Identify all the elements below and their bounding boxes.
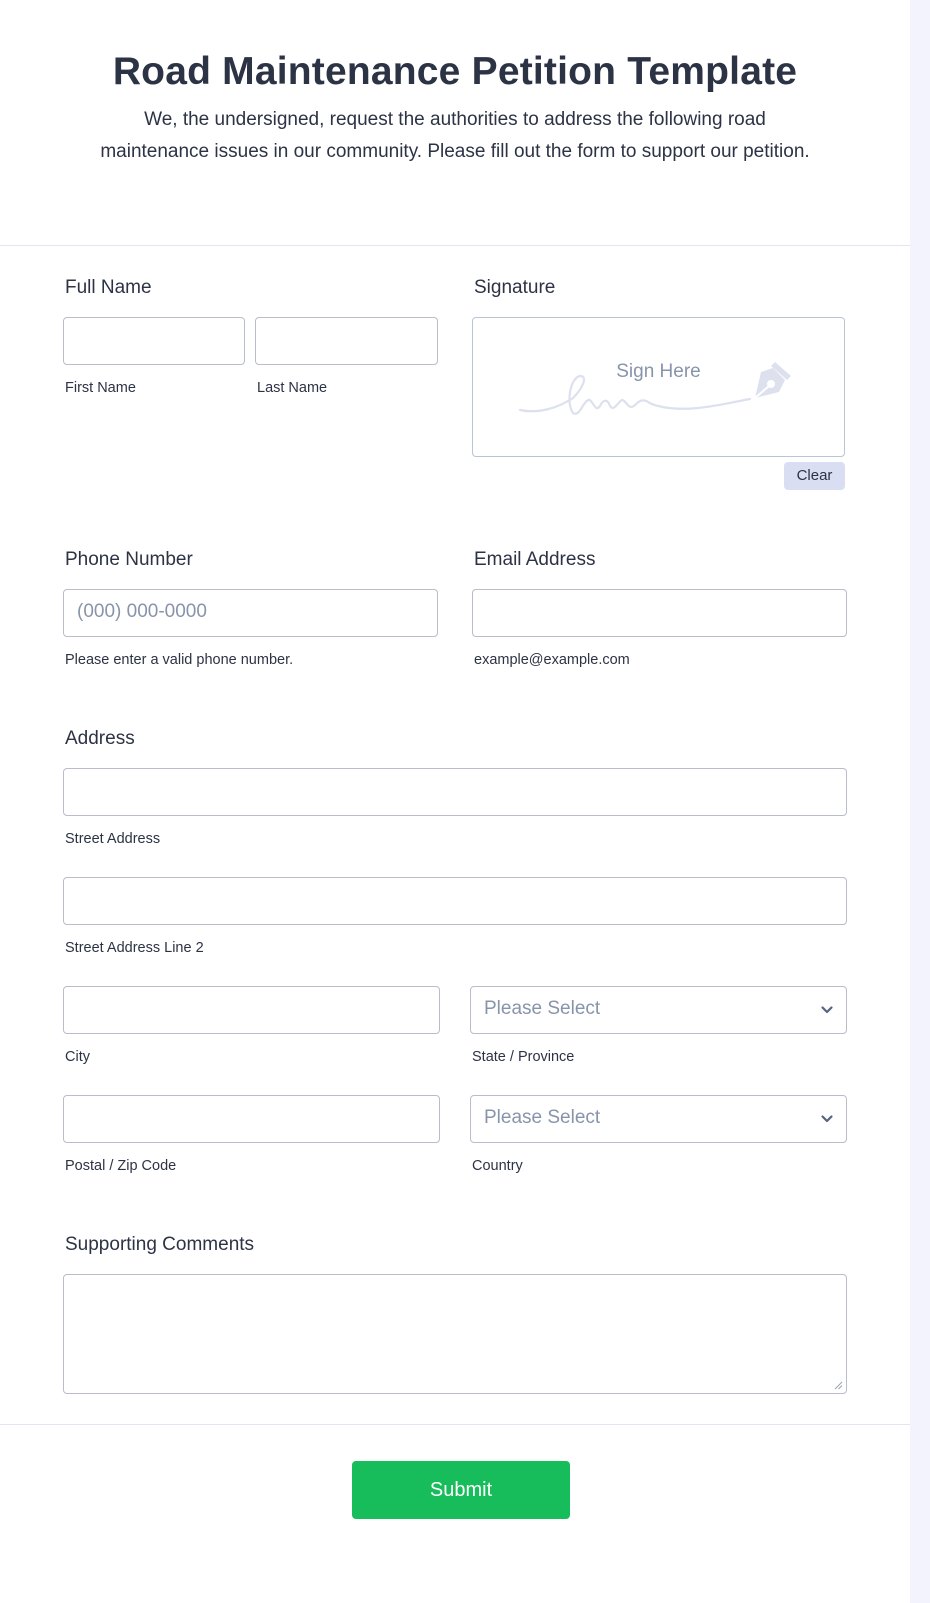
last-name-sublabel: Last Name <box>257 380 328 396</box>
chevron-down-icon <box>821 1006 833 1014</box>
email-sublabel: example@example.com <box>474 652 630 668</box>
clear-signature-button[interactable]: Clear <box>784 462 845 490</box>
submit-button[interactable]: Submit <box>352 1461 570 1519</box>
address-label: Address <box>65 728 135 749</box>
phone-sublabel: Please enter a valid phone number. <box>65 652 294 668</box>
phone-input[interactable]: (000) 000-0000 <box>63 589 438 637</box>
chevron-down-icon <box>821 1115 833 1123</box>
email-label: Email Address <box>474 549 596 570</box>
street-address-input[interactable] <box>63 768 847 816</box>
state-select[interactable]: Please Select <box>470 986 847 1034</box>
first-name-sublabel: First Name <box>65 380 136 396</box>
footer-divider <box>0 1424 910 1425</box>
pen-nib-icon <box>754 362 791 399</box>
signature-label: Signature <box>474 277 556 298</box>
page-title: Road Maintenance Petition Template <box>112 50 798 93</box>
zip-code-input[interactable] <box>63 1095 440 1143</box>
country-sublabel: Country <box>472 1158 523 1174</box>
state-sublabel: State / Province <box>472 1049 575 1065</box>
street-address-sublabel: Street Address <box>65 831 161 847</box>
street-address-line2-sublabel: Street Address Line 2 <box>65 940 204 956</box>
state-selected-value: Please Select <box>484 998 601 1019</box>
street-address-line2-input[interactable] <box>63 877 847 925</box>
comments-label: Supporting Comments <box>65 1234 255 1255</box>
phone-placeholder: (000) 000-0000 <box>77 601 207 622</box>
first-name-input[interactable] <box>63 317 245 365</box>
form-header: Road Maintenance Petition Template We, t… <box>0 0 910 246</box>
page-subtitle: We, the undersigned, request the authori… <box>100 109 810 162</box>
zip-code-sublabel: Postal / Zip Code <box>65 1158 177 1174</box>
comments-textarea[interactable] <box>63 1274 847 1394</box>
country-selected-value: Please Select <box>484 1107 601 1128</box>
email-input[interactable] <box>472 589 847 637</box>
phone-label: Phone Number <box>65 549 193 570</box>
city-sublabel: City <box>65 1049 90 1065</box>
last-name-input[interactable] <box>255 317 438 365</box>
resize-handle-icon[interactable] <box>833 1380 843 1390</box>
form-card: Road Maintenance Petition Template We, t… <box>0 0 910 1603</box>
signature-pad[interactable]: Sign Here <box>472 317 845 457</box>
city-input[interactable] <box>63 986 440 1034</box>
full-name-label: Full Name <box>65 277 152 298</box>
country-select[interactable]: Please Select <box>470 1095 847 1143</box>
